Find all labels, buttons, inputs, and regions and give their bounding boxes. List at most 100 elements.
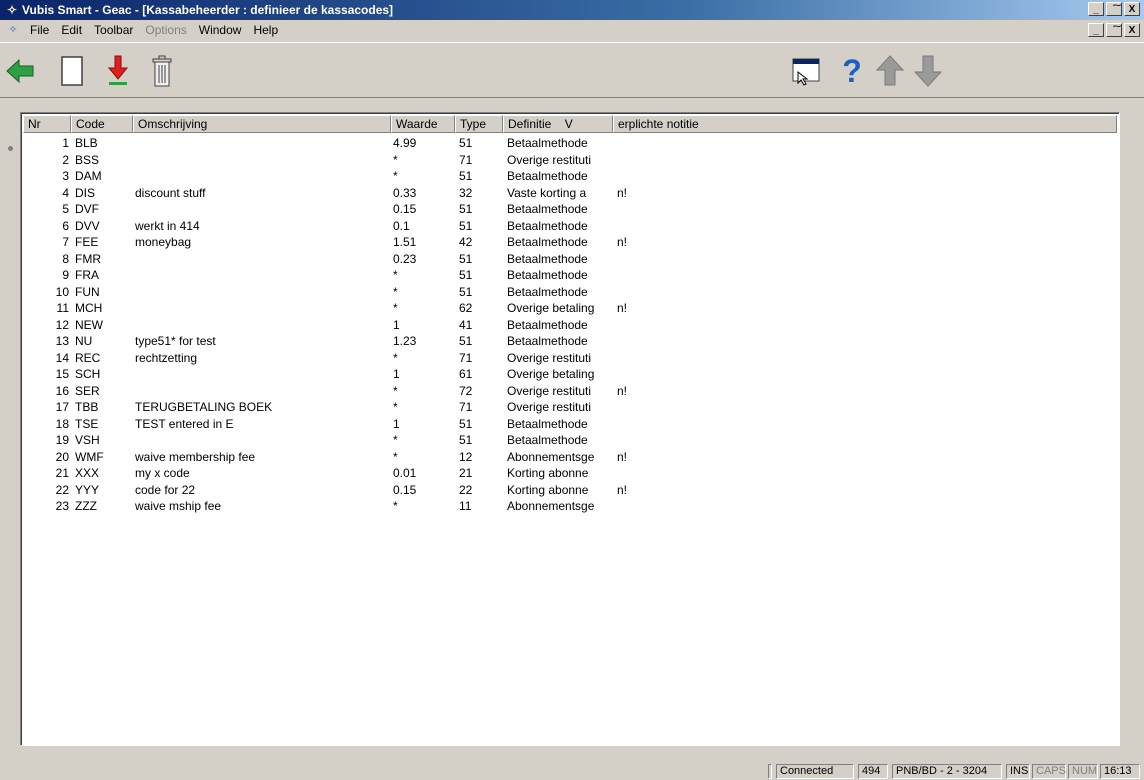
help-icon: ? bbox=[842, 54, 862, 88]
child-close-button[interactable]: X bbox=[1124, 23, 1140, 37]
row-notitie: n! bbox=[617, 449, 628, 464]
child-minimize-button[interactable]: _ bbox=[1088, 23, 1104, 37]
row-code: NU bbox=[75, 334, 93, 348]
row-notitie: n! bbox=[617, 383, 628, 398]
move-up-button[interactable] bbox=[872, 53, 908, 89]
table-row[interactable]: 22 YYY code for 22 0.15 22 Korting abonne n! bbox=[23, 482, 1117, 499]
table-row[interactable]: 3 DAM * 51 Betaalmethode bbox=[23, 168, 1117, 185]
table-row[interactable]: 6 DVV werkt in 414 0.1 51 Betaalmethode bbox=[23, 218, 1117, 235]
minimize-button[interactable]: _ bbox=[1088, 2, 1104, 16]
row-type: 51 bbox=[459, 433, 473, 447]
column-header-verplichte-notitie[interactable]: erplichte notitie bbox=[613, 115, 1117, 133]
column-header-definitie[interactable]: Definitie V bbox=[503, 115, 613, 133]
table-row[interactable]: 2 BSS * 71 Overige restituti bbox=[23, 152, 1117, 169]
row-waarde: 1.51 bbox=[393, 235, 417, 249]
row-omschrijving: TERUGBETALING BOEK bbox=[135, 400, 273, 414]
help-button[interactable]: ? bbox=[834, 53, 870, 89]
svg-text:?: ? bbox=[842, 54, 862, 88]
row-notitie bbox=[613, 168, 1117, 185]
row-definitie: Betaalmethode bbox=[507, 268, 588, 282]
status-bar: Connected 494 PNB/BD - 2 - 3204 INS CAPS… bbox=[0, 762, 1144, 780]
menu-edit[interactable]: Edit bbox=[55, 23, 88, 37]
document-window-icon[interactable]: ✧ bbox=[6, 23, 20, 37]
row-type: 51 bbox=[459, 284, 473, 299]
table-row[interactable]: 23 ZZZ waive mship fee * 11 Abonnementsge bbox=[23, 498, 1117, 515]
row-code: DVF bbox=[75, 202, 99, 216]
new-document-icon bbox=[61, 56, 83, 86]
row-type: 22 bbox=[459, 482, 473, 497]
status-count: 494 bbox=[858, 764, 888, 779]
row-notitie bbox=[613, 218, 1117, 235]
maximize-button[interactable]: ͠ bbox=[1106, 2, 1122, 16]
table-row[interactable]: 7 FEE moneybag 1.51 42 Betaalmethode n! bbox=[23, 234, 1117, 251]
table-row[interactable]: 14 REC rechtzetting * 71 Overige restituti bbox=[23, 350, 1117, 367]
row-type: 51 bbox=[459, 136, 473, 150]
table-row[interactable]: 13 NU type51* for test 1.23 51 Betaalmethode bbox=[23, 333, 1117, 350]
table-row[interactable]: 19 VSH * 51 Betaalmethode bbox=[23, 432, 1117, 449]
child-maximize-button[interactable]: ͠ bbox=[1106, 23, 1122, 37]
row-omschrijving: werkt in 414 bbox=[135, 218, 200, 233]
row-code: BLB bbox=[75, 136, 98, 150]
table-row[interactable]: 11 MCH * 62 Overige betaling n! bbox=[23, 300, 1117, 317]
row-waarde: * bbox=[393, 301, 398, 315]
table-row[interactable]: 21 XXX my x code 0.01 21 Korting abonne bbox=[23, 465, 1117, 482]
table-row[interactable]: 10 FUN * 51 Betaalmethode bbox=[23, 284, 1117, 301]
column-header-waarde[interactable]: Waarde bbox=[391, 115, 455, 133]
select-window-button[interactable] bbox=[788, 53, 824, 89]
row-code: WMF bbox=[75, 449, 104, 464]
row-waarde: 4.99 bbox=[393, 136, 417, 150]
row-omschrijving: code for 22 bbox=[135, 482, 196, 497]
row-omschrijving bbox=[131, 251, 389, 268]
row-definitie: Overige restituti bbox=[507, 152, 592, 167]
row-definitie: Overige betaling bbox=[507, 301, 595, 315]
row-omschrijving bbox=[131, 284, 389, 301]
close-button[interactable]: X bbox=[1124, 2, 1140, 16]
row-omschrijving bbox=[131, 152, 389, 169]
row-notitie bbox=[613, 366, 1117, 383]
table-row[interactable]: 4 DIS discount stuff 0.33 32 Vaste korting a n… bbox=[23, 185, 1117, 202]
select-window-icon bbox=[792, 58, 820, 86]
row-type: 41 bbox=[459, 317, 473, 332]
back-button[interactable] bbox=[2, 53, 38, 89]
row-notitie bbox=[613, 465, 1117, 482]
column-header-code[interactable]: Code bbox=[71, 115, 133, 133]
table-row[interactable]: 1 BLB 4.99 51 Betaalmethode bbox=[23, 135, 1117, 152]
row-type: 51 bbox=[459, 251, 473, 266]
move-down-button[interactable] bbox=[910, 53, 946, 89]
menu-toolbar[interactable]: Toolbar bbox=[88, 23, 139, 37]
row-code: SER bbox=[75, 383, 100, 398]
row-nr: 8 bbox=[62, 251, 69, 266]
table-row[interactable]: 8 FMR 0.23 51 Betaalmethode bbox=[23, 251, 1117, 268]
row-definitie: Betaalmethode bbox=[507, 284, 588, 299]
row-waarde: * bbox=[393, 350, 398, 365]
row-notitie bbox=[613, 399, 1117, 416]
new-record-button[interactable] bbox=[54, 53, 90, 89]
menu-file[interactable]: File bbox=[24, 23, 55, 37]
row-omschrijving bbox=[131, 366, 389, 383]
row-waarde: 1 bbox=[393, 317, 400, 332]
save-button[interactable] bbox=[100, 53, 136, 89]
menu-window[interactable]: Window bbox=[193, 23, 248, 37]
row-definitie: Korting abonne bbox=[507, 466, 589, 480]
table-row[interactable]: 20 WMF waive membership fee * 12 Abonnementsg… bbox=[23, 449, 1117, 466]
row-nr: 15 bbox=[55, 367, 69, 381]
row-definitie: Betaalmethode bbox=[507, 433, 588, 447]
grid-header: Nr Code Omschrijving Waarde Type Definit… bbox=[23, 115, 1117, 133]
row-nr: 16 bbox=[55, 383, 69, 398]
row-code: BSS bbox=[75, 152, 100, 167]
delete-button[interactable] bbox=[144, 53, 180, 89]
row-waarde: 1 bbox=[393, 416, 400, 431]
column-header-type[interactable]: Type bbox=[455, 115, 503, 133]
table-row[interactable]: 5 DVF 0.15 51 Betaalmethode bbox=[23, 201, 1117, 218]
table-row[interactable]: 17 TBB TERUGBETALING BOEK * 71 Overige restit… bbox=[23, 399, 1117, 416]
row-omschrijving: waive mship fee bbox=[135, 499, 222, 513]
table-row[interactable]: 18 TSE TEST entered in E 1 51 Betaalmethode bbox=[23, 416, 1117, 433]
column-header-omschrijving[interactable]: Omschrijving bbox=[133, 115, 391, 133]
table-row[interactable]: 9 FRA * 51 Betaalmethode bbox=[23, 267, 1117, 284]
row-nr: 1 bbox=[62, 136, 69, 150]
column-header-nr[interactable]: Nr bbox=[23, 115, 71, 133]
table-row[interactable]: 12 NEW 1 41 Betaalmethode bbox=[23, 317, 1117, 334]
table-row[interactable]: 15 SCH 1 61 Overige betaling bbox=[23, 366, 1117, 383]
menu-help[interactable]: Help bbox=[247, 23, 284, 37]
table-row[interactable]: 16 SER * 72 Overige restituti n! bbox=[23, 383, 1117, 400]
